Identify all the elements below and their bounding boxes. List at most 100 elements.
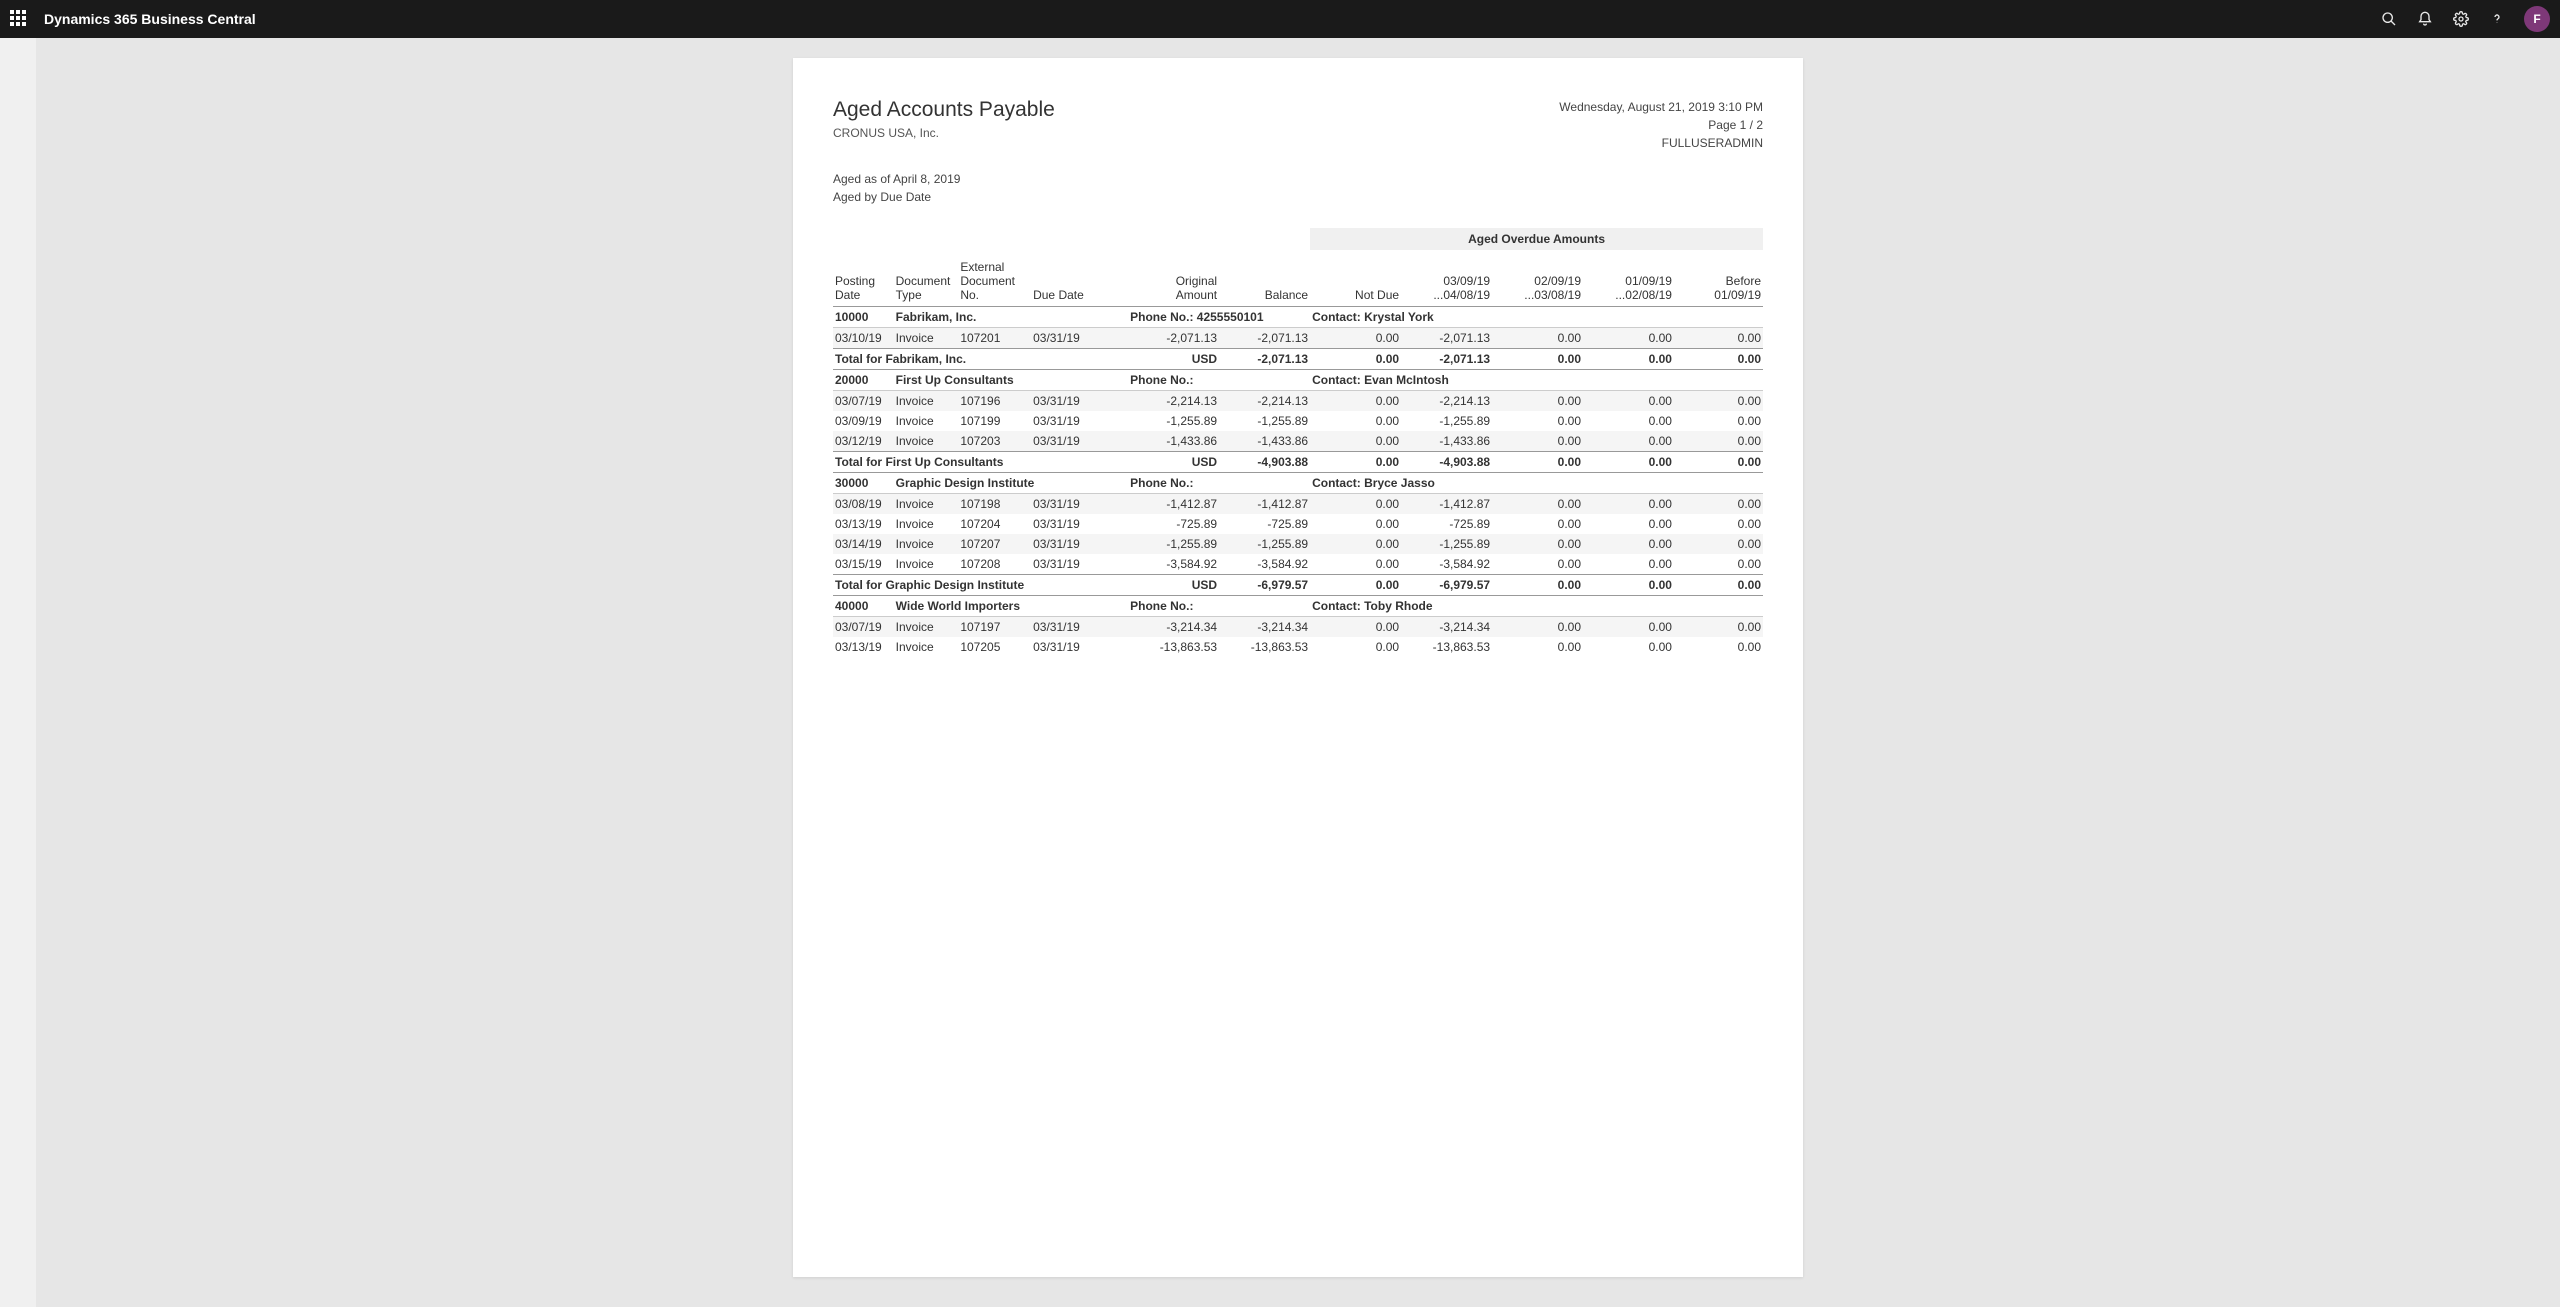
ext-doc-no: 107205 [958, 637, 1031, 657]
not-due: 0.00 [1310, 328, 1401, 349]
total-balance: -6,979.57 [1219, 575, 1310, 596]
vendor-no: 10000 [833, 307, 894, 328]
vendor-name: Graphic Design Institute [894, 473, 1092, 494]
period1: -1,255.89 [1401, 411, 1492, 431]
settings-gear-icon[interactable] [2452, 10, 2470, 28]
due-date: 03/31/19 [1031, 431, 1092, 452]
document-type: Invoice [894, 554, 959, 575]
total-p3: 0.00 [1583, 575, 1674, 596]
ext-doc-no: 107207 [958, 534, 1031, 554]
period1: -1,255.89 [1401, 534, 1492, 554]
posting-date: 03/09/19 [833, 411, 894, 431]
period2: 0.00 [1492, 431, 1583, 452]
not-due: 0.00 [1310, 514, 1401, 534]
balance: -725.89 [1219, 514, 1310, 534]
period2: 0.00 [1492, 514, 1583, 534]
due-date: 03/31/19 [1031, 637, 1092, 657]
due-date: 03/31/19 [1031, 617, 1092, 638]
notification-bell-icon[interactable] [2416, 10, 2434, 28]
aged-as-of: Aged as of April 8, 2019 [833, 170, 1763, 188]
posting-date: 03/10/19 [833, 328, 894, 349]
balance: -2,214.13 [1219, 391, 1310, 412]
before: 0.00 [1674, 391, 1763, 412]
not-due: 0.00 [1310, 411, 1401, 431]
detail-row: 03/07/19Invoice10719603/31/19-2,214.13-2… [833, 391, 1763, 412]
posting-date: 03/12/19 [833, 431, 894, 452]
detail-row: 03/15/19Invoice10720803/31/19-3,584.92-3… [833, 554, 1763, 575]
report-timestamp: Wednesday, August 21, 2019 3:10 PM [1559, 98, 1763, 116]
posting-date: 03/15/19 [833, 554, 894, 575]
user-avatar[interactable]: F [2524, 6, 2550, 32]
not-due: 0.00 [1310, 391, 1401, 412]
balance: -3,214.34 [1219, 617, 1310, 638]
not-due: 0.00 [1310, 617, 1401, 638]
col-ext-doc: ExternalDocument No. [958, 256, 1031, 307]
posting-date: 03/07/19 [833, 391, 894, 412]
period2: 0.00 [1492, 494, 1583, 515]
original-amount: -1,433.86 [1128, 431, 1219, 452]
balance: -1,255.89 [1219, 534, 1310, 554]
detail-row: 03/09/19Invoice10719903/31/19-1,255.89-1… [833, 411, 1763, 431]
before: 0.00 [1674, 554, 1763, 575]
before: 0.00 [1674, 534, 1763, 554]
balance: -2,071.13 [1219, 328, 1310, 349]
balance: -13,863.53 [1219, 637, 1310, 657]
help-icon[interactable] [2488, 10, 2506, 28]
period2: 0.00 [1492, 391, 1583, 412]
vendor-phone: Phone No.: 4255550101 [1128, 307, 1310, 328]
balance: -1,433.86 [1219, 431, 1310, 452]
detail-row: 03/07/19Invoice10719703/31/19-3,214.34-3… [833, 617, 1763, 638]
vendor-total-row: Total for Fabrikam, Inc.USD-2,071.130.00… [833, 349, 1763, 370]
total-p2: 0.00 [1492, 349, 1583, 370]
col-period3: 01/09/19...02/08/19 [1583, 256, 1674, 307]
left-rail [0, 38, 36, 1307]
vendor-contact: Contact: Bryce Jasso [1310, 473, 1763, 494]
original-amount: -2,071.13 [1128, 328, 1219, 349]
ext-doc-no: 107203 [958, 431, 1031, 452]
detail-row: 03/14/19Invoice10720703/31/19-1,255.89-1… [833, 534, 1763, 554]
not-due: 0.00 [1310, 534, 1401, 554]
col-posting-date: PostingDate [833, 256, 894, 307]
original-amount: -1,255.89 [1128, 411, 1219, 431]
original-amount: -2,214.13 [1128, 391, 1219, 412]
original-amount: -3,584.92 [1128, 554, 1219, 575]
period3: 0.00 [1583, 534, 1674, 554]
aged-by: Aged by Due Date [833, 188, 1763, 206]
total-p3: 0.00 [1583, 349, 1674, 370]
vendor-total-row: Total for Graphic Design InstituteUSD-6,… [833, 575, 1763, 596]
not-due: 0.00 [1310, 494, 1401, 515]
before: 0.00 [1674, 494, 1763, 515]
period1: -725.89 [1401, 514, 1492, 534]
search-icon[interactable] [2380, 10, 2398, 28]
period3: 0.00 [1583, 328, 1674, 349]
period1: -1,433.86 [1401, 431, 1492, 452]
page-info: Page 1 / 2 [1559, 116, 1763, 134]
balance: -1,412.87 [1219, 494, 1310, 515]
total-before: 0.00 [1674, 349, 1763, 370]
not-due: 0.00 [1310, 431, 1401, 452]
total-p2: 0.00 [1492, 575, 1583, 596]
ext-doc-no: 107198 [958, 494, 1031, 515]
posting-date: 03/08/19 [833, 494, 894, 515]
document-type: Invoice [894, 494, 959, 515]
total-not-due: 0.00 [1310, 575, 1401, 596]
before: 0.00 [1674, 514, 1763, 534]
company-name: CRONUS USA, Inc. [833, 126, 1055, 140]
app-launcher-icon[interactable] [10, 10, 28, 28]
detail-row: 03/13/19Invoice10720403/31/19-725.89-725… [833, 514, 1763, 534]
before: 0.00 [1674, 431, 1763, 452]
due-date: 03/31/19 [1031, 328, 1092, 349]
before: 0.00 [1674, 617, 1763, 638]
detail-row: 03/13/19Invoice10720503/31/19-13,863.53-… [833, 637, 1763, 657]
total-label: Total for First Up Consultants [833, 452, 1092, 473]
period1: -1,412.87 [1401, 494, 1492, 515]
period3: 0.00 [1583, 617, 1674, 638]
col-period2: 02/09/19...03/08/19 [1492, 256, 1583, 307]
app-title: Dynamics 365 Business Central [44, 11, 256, 27]
total-currency: USD [1128, 349, 1219, 370]
period1: -2,214.13 [1401, 391, 1492, 412]
total-p2: 0.00 [1492, 452, 1583, 473]
total-before: 0.00 [1674, 575, 1763, 596]
report-title: Aged Accounts Payable [833, 98, 1055, 122]
period2: 0.00 [1492, 637, 1583, 657]
